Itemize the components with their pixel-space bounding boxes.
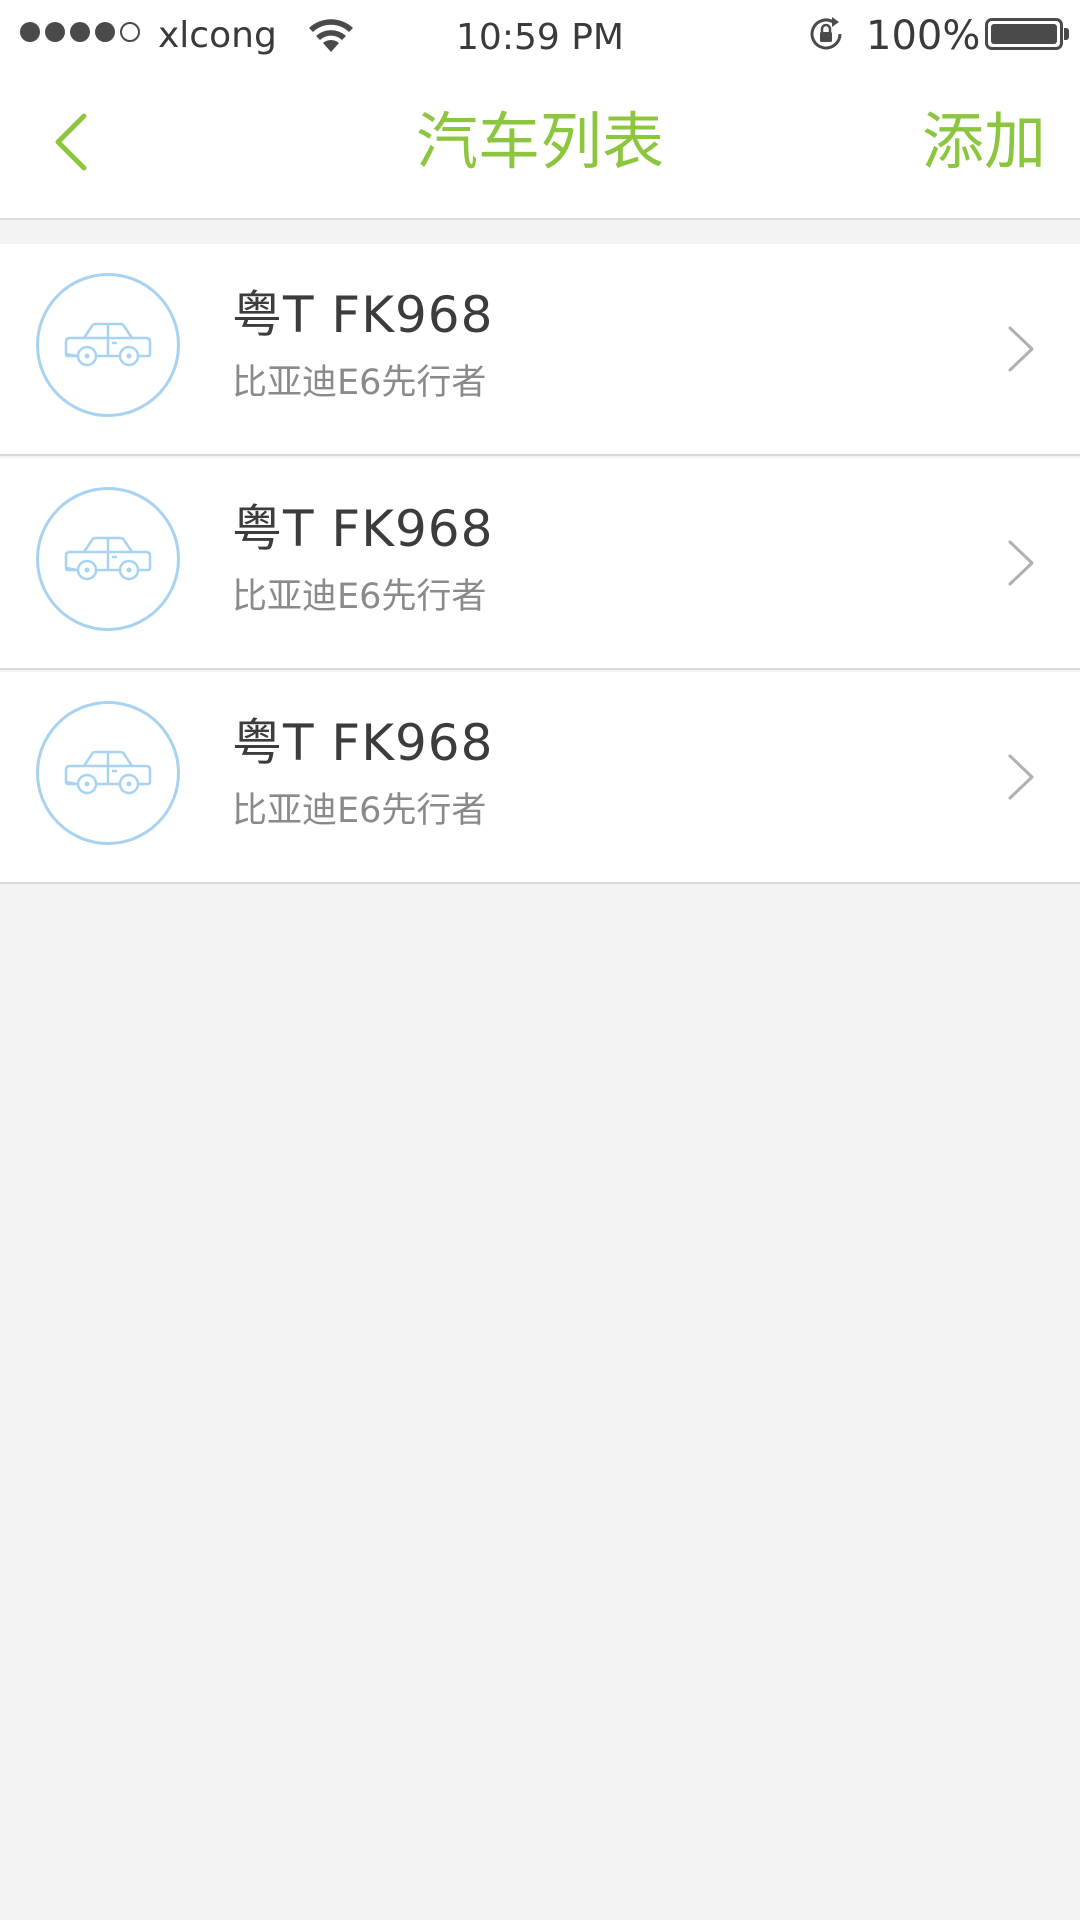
- battery-level: [991, 24, 1057, 44]
- navigation-bar: 汽车列表 添加: [0, 72, 1080, 220]
- page-title: 汽车列表: [415, 105, 664, 178]
- chevron-right-icon: [1008, 540, 1034, 586]
- car-icon: [64, 750, 152, 795]
- license-plate: 粤T FK968: [232, 286, 494, 344]
- license-plate: 粤T FK968: [232, 500, 494, 558]
- add-car-button[interactable]: 添加: [922, 102, 1046, 182]
- chevron-right-icon: [1008, 326, 1034, 372]
- car-model: 比亚迪E6先行者: [232, 577, 487, 617]
- battery-tip: [1064, 28, 1069, 40]
- orientation-lock-icon: [810, 17, 842, 50]
- battery-icon: [985, 18, 1063, 50]
- car-list: 粤T FK968 比亚迪E6先行者 粤T FK968 比亚迪E6先行者 粤T F…: [0, 244, 1080, 884]
- car-icon: [64, 322, 152, 367]
- license-plate: 粤T FK968: [232, 714, 494, 772]
- car-avatar: [36, 487, 180, 631]
- car-avatar: [36, 701, 180, 845]
- car-model: 比亚迪E6先行者: [232, 363, 487, 403]
- car-avatar: [36, 273, 180, 417]
- car-model: 比亚迪E6先行者: [232, 791, 487, 831]
- car-list-item[interactable]: 粤T FK968 比亚迪E6先行者: [0, 672, 1080, 884]
- battery-percent: 100%: [866, 13, 981, 59]
- car-list-item[interactable]: 粤T FK968 比亚迪E6先行者: [0, 244, 1080, 456]
- car-list-item[interactable]: 粤T FK968 比亚迪E6先行者: [0, 458, 1080, 670]
- car-icon: [64, 536, 152, 581]
- status-bar: xlcong 10:59 PM 100%: [0, 0, 1080, 72]
- chevron-right-icon: [1008, 754, 1034, 800]
